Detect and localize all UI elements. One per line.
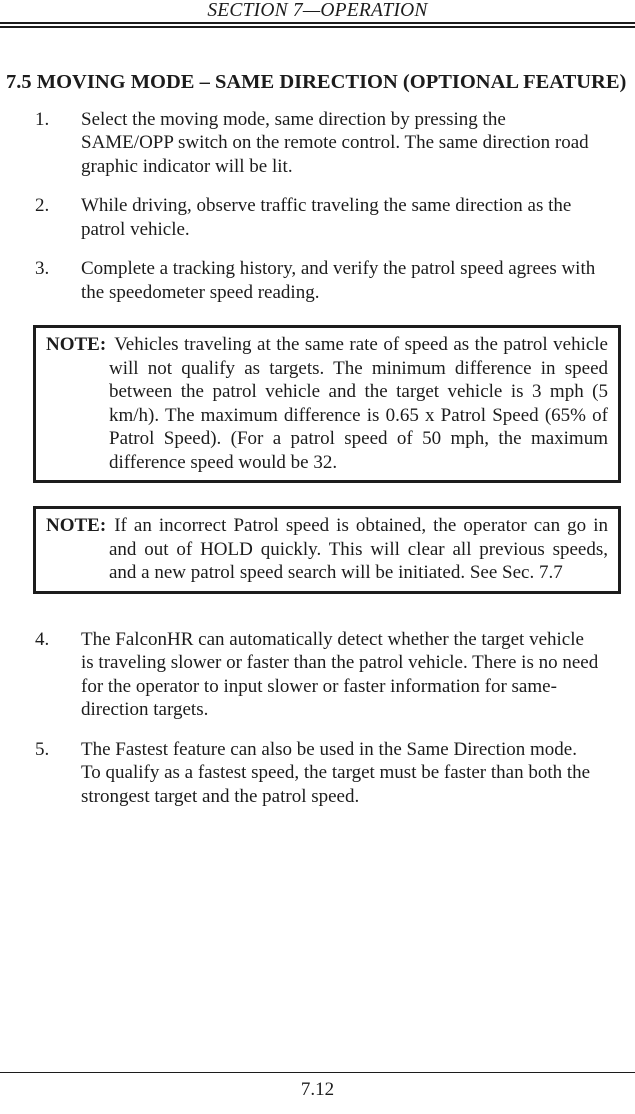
list-item: 1. Select the moving mode, same directio… — [0, 108, 635, 179]
section-heading: 7.5 MOVING MODE – SAME DIRECTION (OPTION… — [6, 70, 627, 93]
list-item: 2. While driving, observe traffic travel… — [0, 194, 635, 241]
list-item-number: 5. — [35, 738, 50, 760]
procedure-list-part-one: 1. Select the moving mode, same directio… — [0, 108, 635, 305]
list-item-number: 1. — [35, 108, 50, 130]
footer-rule — [0, 1072, 635, 1073]
list-item: 4. The FalconHR can automatically detect… — [0, 628, 635, 722]
page-header: SECTION 7—OPERATION — [0, 0, 635, 30]
note-callout-box: NOTE: Vehicles traveling at the same rate… — [33, 325, 621, 484]
list-item-number: 3. — [35, 258, 50, 280]
header-double-rule — [0, 22, 635, 28]
document-page: SECTION 7—OPERATION 7.5 MOVING MODE – SA… — [0, 0, 635, 1114]
list-item: 5. The Fastest feature can also be used … — [0, 738, 635, 809]
list-item-text: Select the moving mode, same direction b… — [81, 108, 589, 177]
page-number: 7.12 — [300, 1079, 335, 1100]
list-item-text: The FalconHR can automatically detect wh… — [81, 628, 599, 721]
note-callout-text: NOTE: Vehicles traveling at the same rate… — [46, 328, 618, 480]
note-callout-box: NOTE: If an incorrect Patrol speed is obt… — [33, 506, 621, 594]
header-rule-lower-line — [0, 26, 635, 28]
page-footer: 7.12 — [0, 1072, 635, 1114]
note-label: NOTE: — [46, 515, 107, 537]
note-body: Vehicles traveling at the same rate of s… — [109, 334, 608, 473]
note-label: NOTE: — [46, 334, 107, 356]
header-rule-upper-line — [0, 22, 635, 24]
list-item-text: The Fastest feature can also be used in … — [81, 738, 591, 807]
list-item-text: While driving, observe traffic traveling… — [81, 195, 572, 240]
page-content: 7.5 MOVING MODE – SAME DIRECTION (OPTION… — [0, 56, 635, 808]
list-item-number: 2. — [35, 195, 50, 217]
list-item-number: 4. — [35, 628, 50, 650]
list-item-text: Complete a tracking history, and verify … — [81, 258, 596, 303]
note-callout-text: NOTE: If an incorrect Patrol speed is obt… — [46, 509, 618, 591]
note-body: If an incorrect Patrol speed is obtained… — [109, 515, 608, 584]
running-header-title: SECTION 7—OPERATION — [207, 0, 428, 21]
list-item: 3. Complete a tracking history, and veri… — [0, 257, 635, 304]
procedure-list-part-two: 4. The FalconHR can automatically detect… — [0, 628, 635, 809]
